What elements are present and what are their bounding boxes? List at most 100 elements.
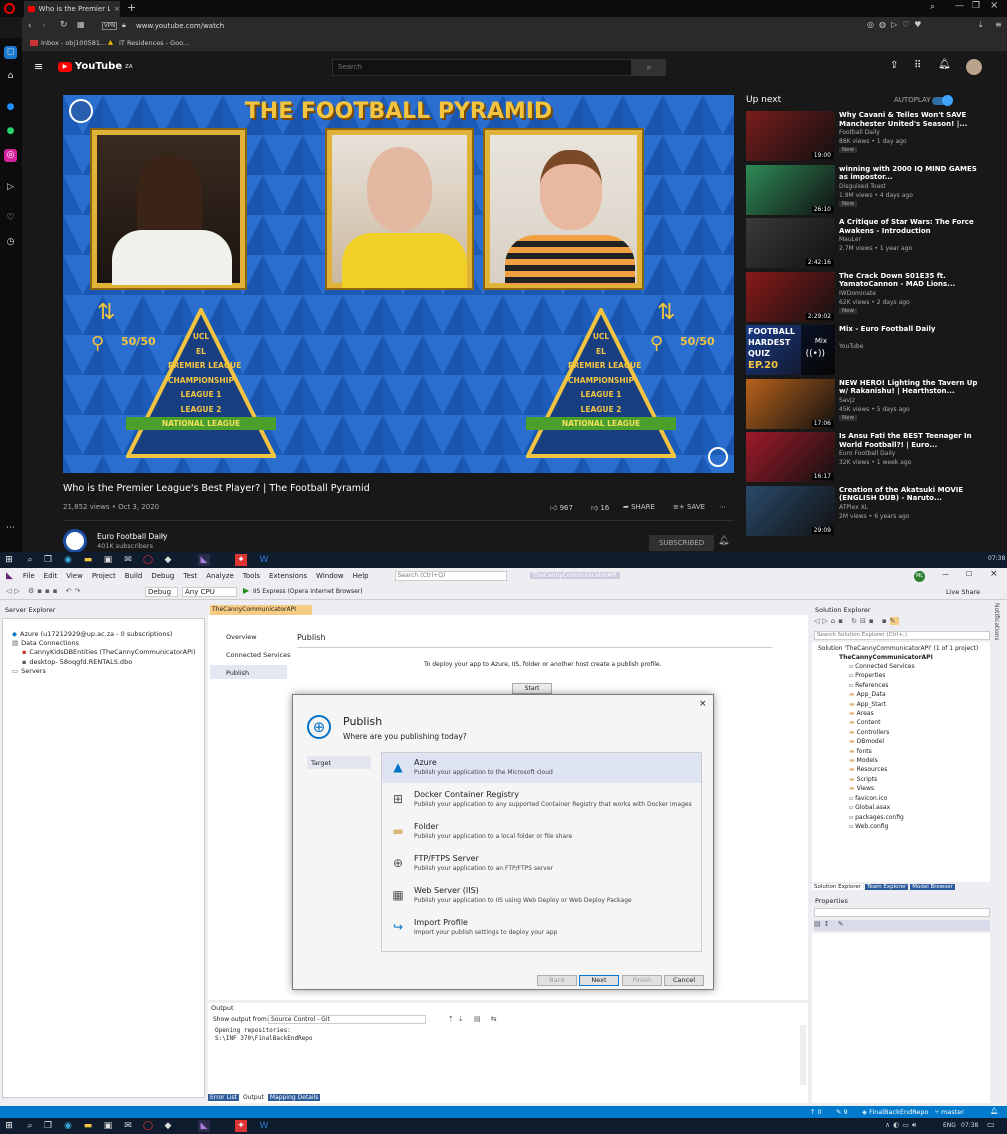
recommendation-title[interactable]: Is Ansu Fati the BEST Teenager In World … — [839, 432, 984, 449]
windows-start-icon[interactable]: ⊞ — [3, 1120, 15, 1132]
solution-item[interactable]: ▫ Global.asax — [849, 803, 915, 812]
live-share-button[interactable]: Live Share — [946, 588, 980, 596]
editor-tab[interactable]: TheCannyCommunicatorAPI — [210, 605, 312, 615]
tray-icons[interactable]: ∧◐▭🔊︎ — [885, 1121, 919, 1130]
video-thumbnail[interactable]: 26:10 — [746, 164, 835, 215]
solution-item[interactable]: ▫ favicon.ico — [849, 794, 915, 803]
bookmark-inbox[interactable]: Inbox - obj100581... — [41, 39, 106, 47]
recommendation-item[interactable]: 16:17 Is Ansu Fati the BEST Teenager In W… — [746, 432, 986, 482]
video-thumbnail[interactable]: 16:17 — [746, 432, 835, 482]
recommendation-channel[interactable]: MauLer — [839, 236, 861, 243]
menu-view[interactable]: View — [66, 572, 83, 580]
solution-item[interactable]: ▬ Areas — [849, 709, 915, 718]
publish-option-ftp-ftps-server[interactable]: ⊕ FTP/FTPS Server Publish your application… — [382, 849, 702, 879]
whatsapp-icon[interactable]: ● — [4, 125, 17, 138]
solution-item[interactable]: ▬ Models — [849, 756, 915, 765]
user-avatar[interactable]: ML — [914, 571, 925, 582]
word-icon[interactable]: W — [258, 554, 270, 566]
task-view-icon[interactable]: ❐ — [42, 1120, 54, 1132]
heart-icon[interactable]: ♡ — [4, 212, 17, 225]
solution-item[interactable]: ▬ fonts — [849, 747, 915, 756]
server-explorer-item[interactable]: ◆ Azure (u17212929@up.ac.za - 0 subscript… — [6, 630, 195, 639]
apps-icon[interactable]: ⠿ — [914, 60, 921, 71]
recommendation-item[interactable]: 2:42:16 A Critique of Star Wars: The Forc… — [746, 218, 986, 268]
app-icon[interactable]: ◆ — [162, 554, 174, 566]
solution-search[interactable]: Search Solution Explorer (Ctrl+;) — [814, 631, 990, 640]
close-window-button[interactable]: × — [990, 0, 998, 11]
menu-project[interactable]: Project — [92, 572, 116, 580]
mail-icon[interactable]: ✉ — [122, 554, 134, 566]
solution-item[interactable]: ▬ DBmodel — [849, 737, 915, 746]
solution-item[interactable]: ▫ Web.config — [849, 822, 915, 831]
maximize-button[interactable]: ❐ — [972, 1, 980, 11]
history-icon[interactable]: ◷ — [4, 236, 17, 249]
properties-toolbar[interactable]: ▤↕ ✎ — [814, 920, 990, 931]
vs-icon[interactable]: ◣ — [198, 554, 210, 566]
video-thumbnail[interactable]: 17:06 — [746, 378, 835, 429]
publish-option-azure[interactable]: ▲ Azure Publish your application to the Mi… — [382, 753, 702, 783]
output-source-dropdown[interactable]: Source Control - Git — [268, 1015, 426, 1024]
output-tab[interactable]: Mapping Details — [267, 1094, 321, 1101]
recommendation-channel[interactable]: YouTube — [839, 343, 863, 350]
server-explorer-item[interactable]: ▤ Data Connections — [6, 639, 195, 648]
channel-avatar[interactable] — [63, 529, 87, 553]
vs-logo-icon[interactable]: ◣ — [6, 571, 13, 581]
download-icon[interactable]: ⤓ — [979, 20, 983, 30]
run-target[interactable]: IIS Express (Opera Internet Browser) — [253, 588, 363, 595]
app-icon[interactable]: ◆ — [162, 1120, 174, 1132]
dislike-button[interactable]: 👎︎ 16 — [591, 503, 609, 512]
server-explorer-item[interactable]: ▭ Servers — [6, 667, 195, 676]
edge-icon[interactable]: ◉ — [62, 1120, 74, 1132]
recommendation-channel[interactable]: ATPlex XL — [839, 504, 868, 511]
instagram-icon[interactable]: ◎ — [4, 149, 17, 162]
bookmark-it-residences[interactable]: IT Residences - Goo... — [119, 39, 189, 47]
solution-item[interactable]: ▬ Scripts — [849, 775, 915, 784]
recommendation-item[interactable]: 19:00 Why Cavani & Telles Won't SAVE Manc… — [746, 111, 986, 161]
action-center-icon[interactable]: ▭ — [987, 1120, 995, 1129]
search-button[interactable]: ⌕ — [632, 59, 666, 76]
vs-icon[interactable]: ◣ — [198, 1120, 210, 1132]
tiles-icon[interactable]: ▦ — [77, 20, 85, 29]
recommendation-item[interactable]: FOOTBALL HARDEST QUIZ EP.20 Mix ((•)) Mix - Eu… — [746, 325, 986, 375]
new-tab-button[interactable]: + — [127, 1, 136, 14]
recommendation-title[interactable]: Mix - Euro Football Daily — [839, 325, 984, 334]
menu-build[interactable]: Build — [125, 572, 143, 580]
close-dialog-icon[interactable]: × — [699, 699, 707, 709]
recommendation-title[interactable]: Creation of the Akatsuki MOVIE (ENGLISH … — [839, 486, 984, 503]
platform-dropdown[interactable]: Any CPU — [182, 587, 237, 597]
video-thumbnail[interactable]: 19:00 — [746, 111, 835, 161]
solution-item[interactable]: ▬ Views — [849, 784, 915, 793]
output-toolbar-icons[interactable]: ⇡⇣ ▤ ⇆ — [448, 1015, 501, 1023]
publish-option-web-server-iis-[interactable]: ▦ Web Server (IIS) Publish your applicatio… — [382, 881, 702, 911]
video-thumbnail[interactable]: 2:42:16 — [746, 218, 835, 268]
opera-taskbar-icon[interactable]: ◯ — [142, 554, 154, 566]
recommendation-channel[interactable]: Savjz — [839, 397, 855, 404]
recommendation-title[interactable]: winning with 2000 IQ MIND GAMES as impos… — [839, 165, 984, 182]
player-icon[interactable]: ▷ — [4, 181, 17, 194]
language-indicator[interactable]: ENG — [943, 1122, 956, 1129]
back-button[interactable]: Back — [537, 975, 577, 986]
red-app-icon[interactable]: ✦ — [235, 1120, 247, 1132]
solution-tab[interactable]: Team Explorer — [865, 883, 909, 890]
recommendation-channel[interactable]: Disguised Toast — [839, 183, 886, 190]
taskbar-clock[interactable]: 07:38 — [988, 555, 1005, 562]
extension-icons[interactable]: ◎◍▷♡♥ — [867, 20, 926, 29]
cancel-button[interactable]: Cancel — [664, 975, 704, 986]
step-target[interactable]: Target — [307, 756, 371, 769]
recommendation-item[interactable]: 29:09 Creation of the Akatsuki MOVIE (ENG… — [746, 485, 986, 536]
menu-extensions[interactable]: Extensions — [269, 572, 307, 580]
red-app-icon[interactable]: ✦ — [235, 554, 247, 566]
notifications-tab[interactable]: Notifications — [993, 603, 1000, 641]
recommendation-title[interactable]: Why Cavani & Telles Won't SAVE Mancheste… — [839, 111, 984, 128]
close-button[interactable]: × — [990, 569, 998, 579]
solution-item[interactable]: ▬ Content — [849, 718, 915, 727]
windows-start-icon[interactable]: ⊞ — [3, 554, 15, 566]
workspace-icon[interactable]: ◻ — [4, 46, 17, 59]
channel-name[interactable]: Euro Football Daily — [97, 532, 167, 541]
run-icon[interactable]: ▶ — [243, 586, 249, 595]
more-icon[interactable]: ⋯ — [4, 522, 17, 535]
menu-help[interactable]: Help — [353, 572, 369, 580]
nav-overview[interactable]: Overview — [226, 633, 257, 641]
subscribed-button[interactable]: SUBSCRIBED — [649, 535, 715, 551]
browser-tab[interactable]: Who is the Premier League × — [24, 1, 120, 17]
